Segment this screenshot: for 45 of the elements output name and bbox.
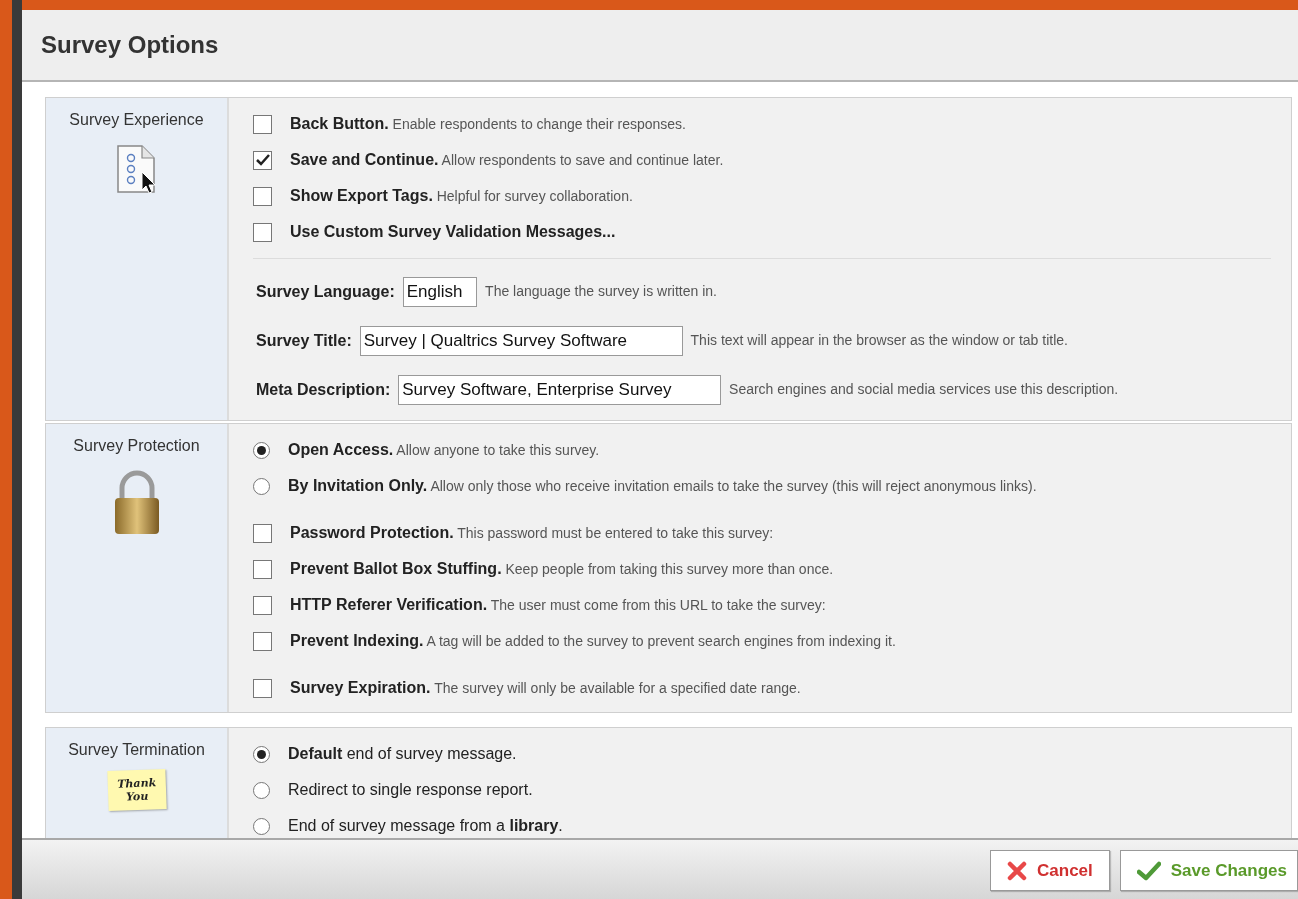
option-label: Save and Continue. Allow respondents to save and continue later. <box>290 150 724 170</box>
dialog-button[interactable]: Cancel <box>990 850 1110 891</box>
option-label: Show Export Tags. Helpful for survey collaboration. <box>290 186 633 206</box>
text-field[interactable]: Survey Software, Enterprise Survey <box>398 374 722 405</box>
radio-button[interactable] <box>253 477 270 495</box>
radio-button[interactable] <box>253 781 270 799</box>
field-hint: Search engines and social media services use this description. <box>729 380 1119 399</box>
checkbox[interactable] <box>253 114 272 134</box>
checkbox[interactable] <box>253 559 272 579</box>
option-label: Survey Expiration. The survey will only be available for a specified date range. <box>290 678 801 698</box>
option-label: HTTP Referer Verification. The user must come from this URL to take the survey: <box>290 595 826 615</box>
option-label: Open Access. Allow anyone to take this survey. <box>288 440 600 460</box>
radio-button[interactable] <box>253 745 270 763</box>
option-label: Prevent Indexing. A tag will be added to the survey to prevent search engines from indexing it. <box>290 631 896 651</box>
checkmark-icon <box>1136 860 1161 881</box>
radio-button[interactable] <box>253 817 270 835</box>
checkbox[interactable] <box>253 631 272 651</box>
field-label: Survey Title: <box>256 330 352 351</box>
option-label: Password Protection. This password must be entered to take this survey: <box>290 523 774 543</box>
checkbox[interactable] <box>253 595 272 615</box>
checkbox[interactable] <box>253 186 272 206</box>
option-label: Back Button. Enable respondents to change their responses. <box>290 114 686 134</box>
field-hint: The language the survey is written in. <box>485 282 717 301</box>
option-label: By Invitation Only. Allow only those who receive invitation emails to take the survey (this will reject anonymous links). <box>288 476 1037 496</box>
sticky-note-icon: Thank You <box>106 769 167 811</box>
option-label: Use Custom Survey Validation Messages... <box>290 222 616 242</box>
section-title: Survey Protection <box>73 436 200 456</box>
field-hint: This text will appear in the browser as the window or tab title. <box>690 331 1068 350</box>
option-label: Prevent Ballot Box Stuffing. Keep people from taking this survey more than once. <box>290 559 834 579</box>
option-label: Default end of survey message. <box>288 744 517 764</box>
section-title: Survey Experience <box>69 110 204 130</box>
option-label: End of survey message from a library. <box>288 816 563 836</box>
checkbox[interactable] <box>253 523 272 543</box>
field-label: Meta Description: <box>256 379 391 400</box>
checkbox[interactable] <box>253 678 272 698</box>
text-field[interactable]: Survey | Qualtrics Survey Software <box>359 325 683 356</box>
checkbox[interactable] <box>253 150 272 170</box>
section-title: Survey Termination <box>68 740 205 760</box>
field-label: Survey Language: <box>256 281 395 302</box>
close-icon <box>1007 860 1027 881</box>
checkbox[interactable] <box>253 222 272 242</box>
option-label: Redirect to single response report. <box>288 780 533 800</box>
text-field[interactable]: English <box>402 276 478 307</box>
dialog-title: Survey Options <box>41 30 219 60</box>
radio-button[interactable] <box>253 441 270 459</box>
